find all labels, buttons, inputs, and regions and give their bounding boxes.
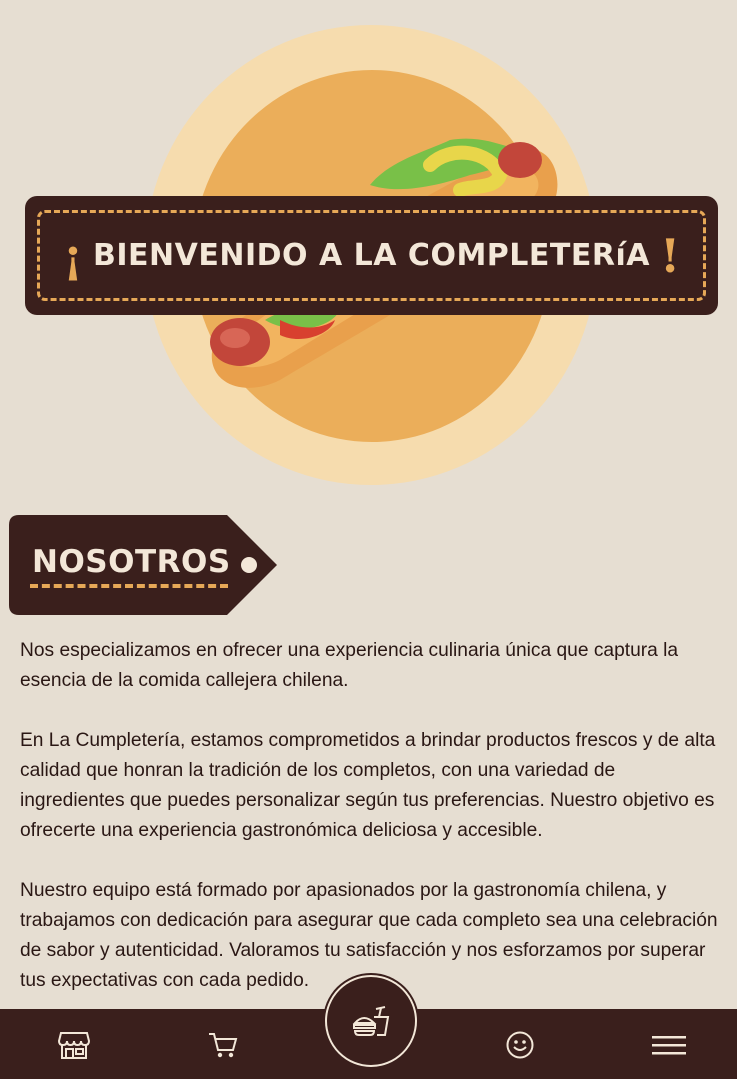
nav-account-button[interactable] bbox=[502, 1027, 538, 1063]
hero: ¡ BIENVENIDO A LA COMPLETERíA ! bbox=[0, 0, 737, 500]
exclamation-close: ! bbox=[659, 228, 681, 283]
menu-icon bbox=[652, 1036, 686, 1055]
smiley-icon bbox=[506, 1031, 534, 1059]
nav-store-button[interactable] bbox=[56, 1027, 92, 1063]
food-icon bbox=[352, 1006, 390, 1036]
about-content: Nos especializamos en ofrecer una experi… bbox=[20, 636, 720, 1026]
nav-food-button[interactable] bbox=[325, 975, 417, 1067]
exclamation-open: ¡ bbox=[62, 228, 84, 283]
welcome-banner-border: ¡ BIENVENIDO A LA COMPLETERíA ! bbox=[37, 210, 706, 301]
nav-menu-button[interactable] bbox=[651, 1027, 687, 1063]
welcome-title: BIENVENIDO A LA COMPLETERíA bbox=[93, 238, 650, 273]
store-icon bbox=[58, 1032, 90, 1059]
section-title-underline bbox=[30, 584, 228, 588]
nav-cart-button[interactable] bbox=[205, 1027, 241, 1063]
section-title: NOSOTROS bbox=[32, 544, 231, 580]
welcome-banner: ¡ BIENVENIDO A LA COMPLETERíA ! bbox=[25, 196, 718, 315]
cart-icon bbox=[209, 1033, 238, 1058]
about-paragraph: Nos especializamos en ofrecer una experi… bbox=[20, 640, 679, 691]
about-paragraph: En La Cumpletería, estamos comprometidos… bbox=[20, 730, 716, 841]
